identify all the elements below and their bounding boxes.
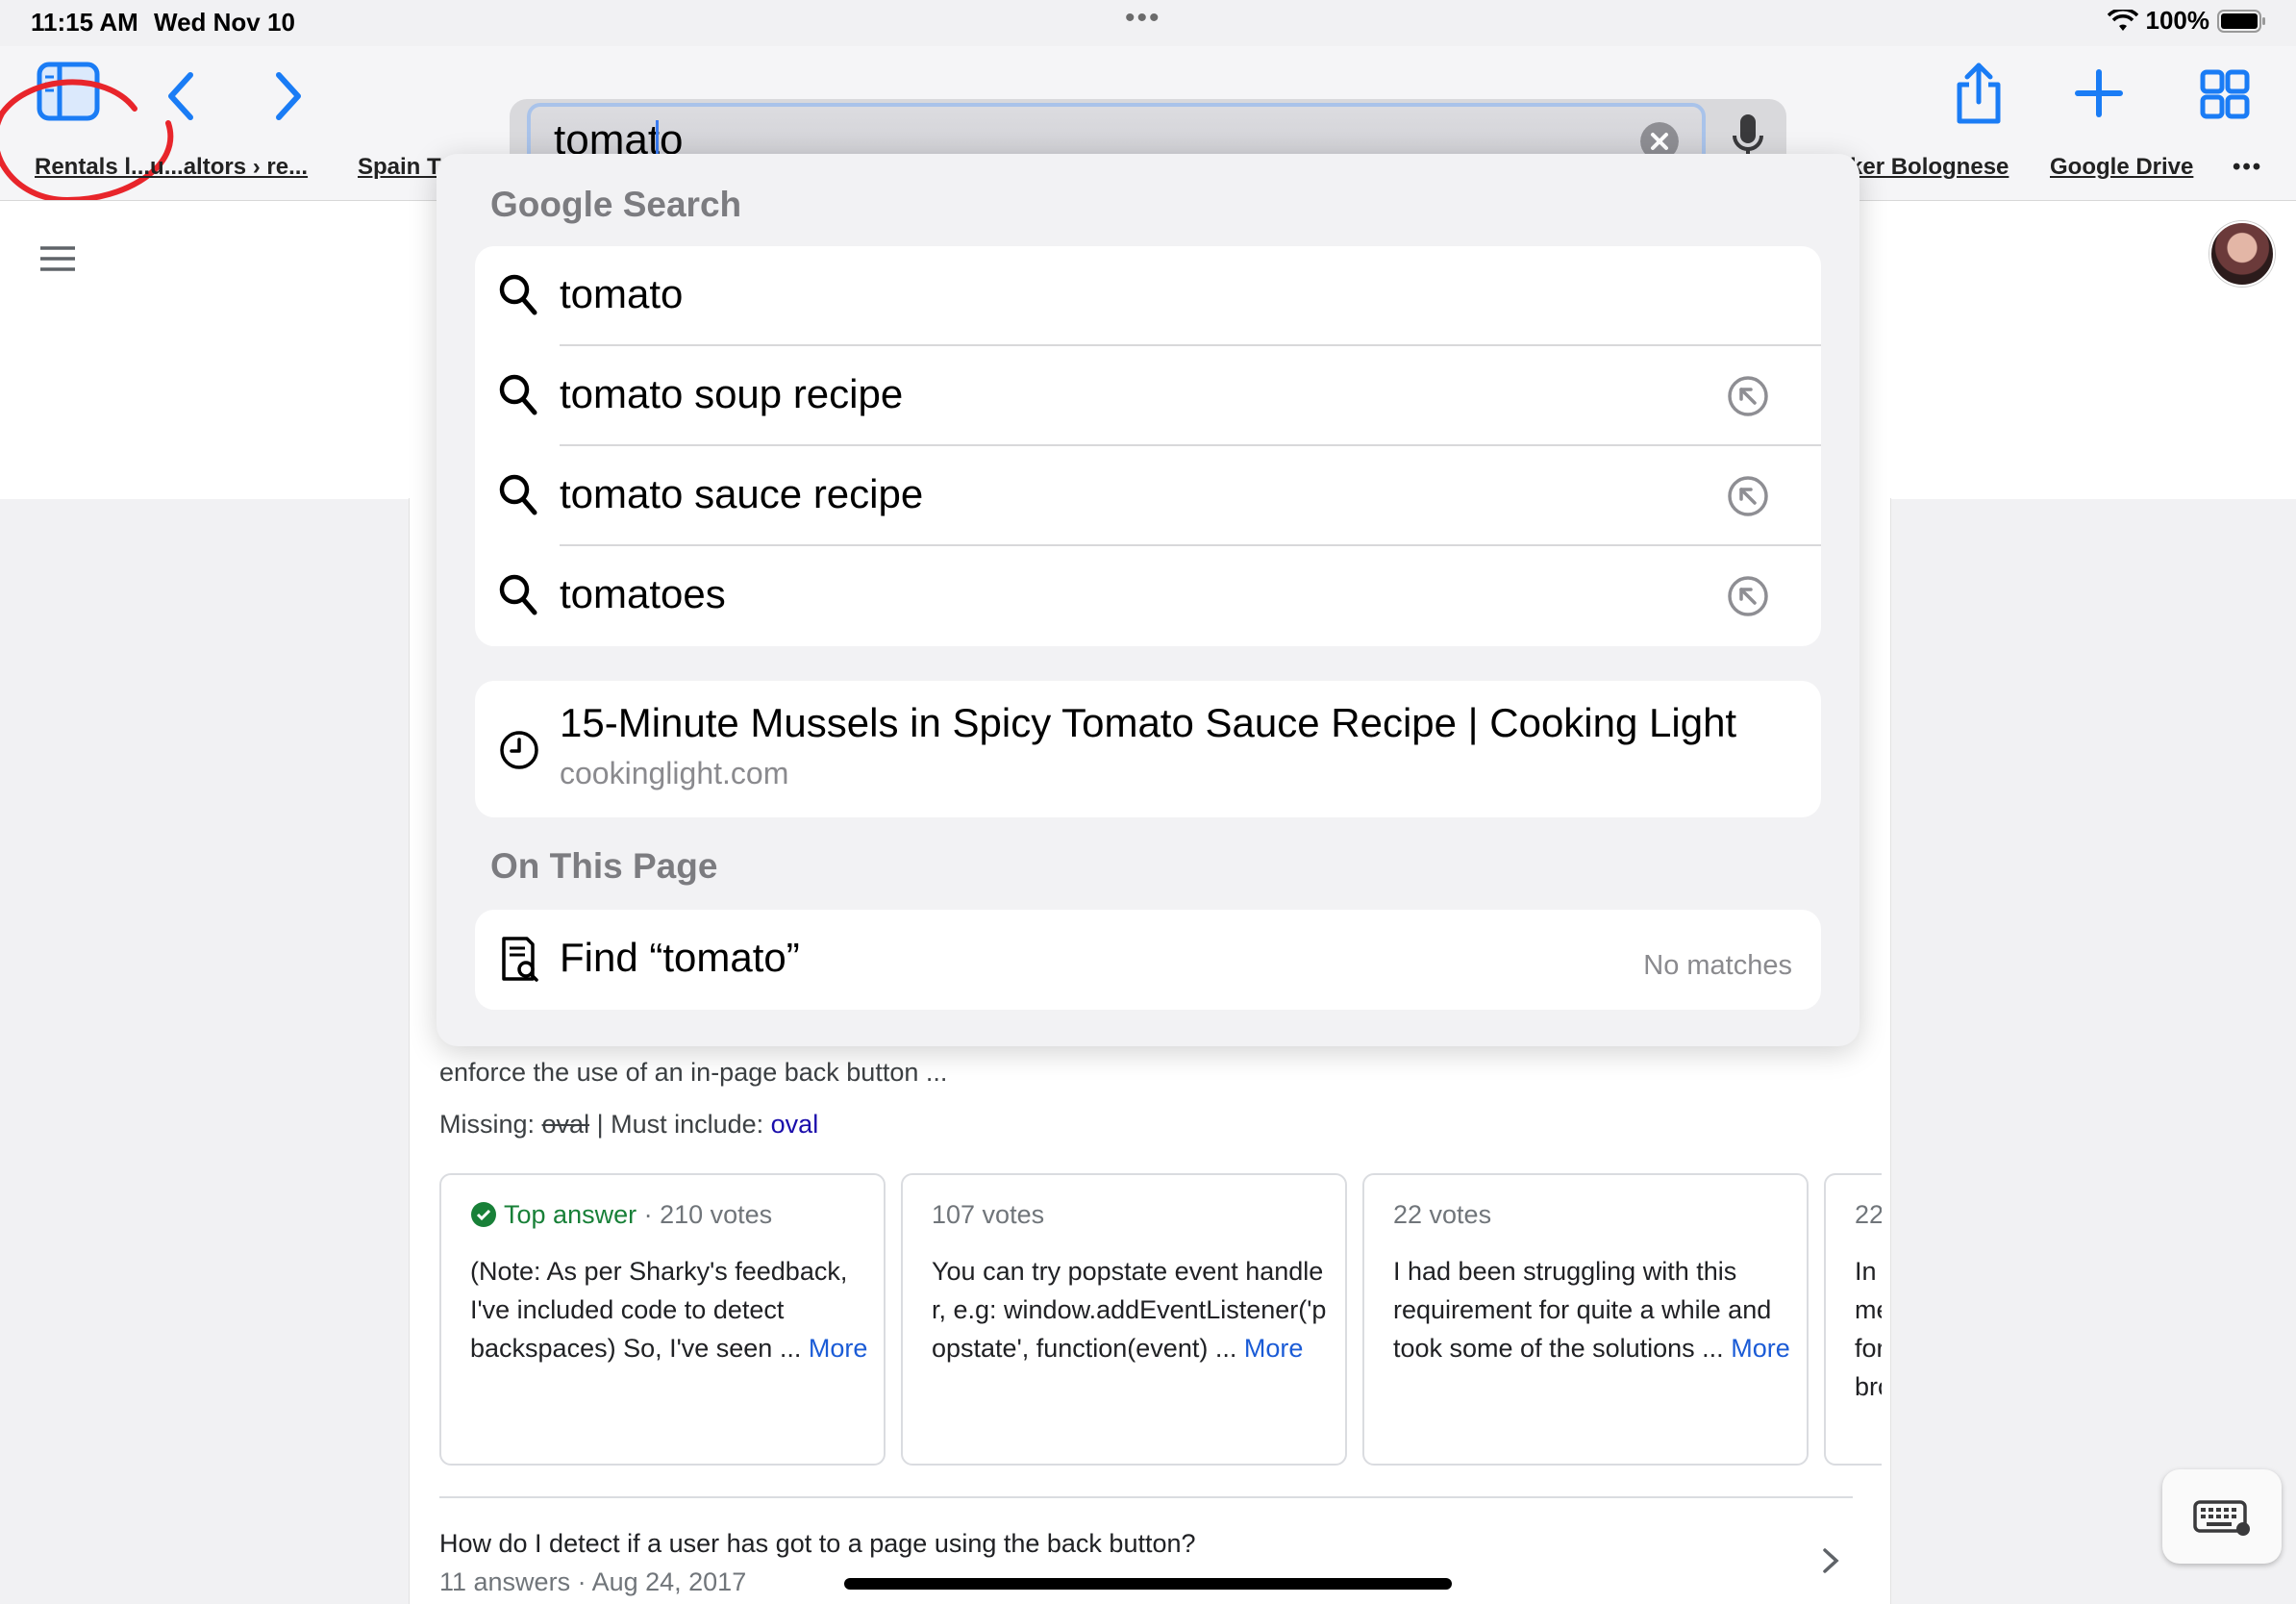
- answer-body: In me for bro: [1855, 1252, 1882, 1406]
- top-answer-badge: Top answer: [504, 1200, 637, 1229]
- missing-prefix: Missing:: [439, 1110, 542, 1139]
- must-include-prefix: | Must include:: [589, 1110, 771, 1139]
- on-this-page-header: On This Page: [490, 846, 718, 886]
- search-icon: [499, 474, 537, 515]
- multitasking-dots-icon[interactable]: •••: [1125, 2, 1161, 35]
- fill-suggestion-arrow-icon[interactable]: [1727, 375, 1769, 417]
- battery-icon: [2217, 9, 2265, 33]
- answer-votes: · 210 votes: [643, 1200, 773, 1229]
- status-bar: 11:15 AM Wed Nov 10 ••• 100%: [0, 0, 2296, 46]
- status-right: 100%: [2107, 6, 2268, 36]
- missing-terms: Missing: oval | Must include: oval: [439, 1110, 818, 1140]
- result-snippet: enforce the use of an in-page back butto…: [439, 1058, 948, 1087]
- avatar[interactable]: [2209, 221, 2275, 287]
- favorite-item[interactable]: ker Bolognese: [1850, 154, 2009, 181]
- answer-card[interactable]: 22 In me for bro: [1824, 1173, 1882, 1466]
- chevron-right-icon[interactable]: [1821, 1546, 1840, 1575]
- suggestion-item[interactable]: tomato soup recipe: [475, 346, 1821, 446]
- clock-icon: [500, 731, 538, 769]
- divider: [439, 1496, 1853, 1498]
- answer-votes: 22 votes: [1393, 1200, 1492, 1229]
- google-search-header: Google Search: [490, 185, 742, 224]
- answer-header: Top answer · 210 votes: [470, 1200, 772, 1230]
- suggestion-item[interactable]: tomato sauce recipe: [475, 446, 1821, 546]
- suggestion-item[interactable]: tomatoes: [475, 546, 1821, 646]
- answer-card[interactable]: 107 votes You can try popstate event han…: [901, 1173, 1347, 1466]
- related-question[interactable]: How do I detect if a user has got to a p…: [439, 1529, 1196, 1559]
- search-icon: [499, 274, 537, 315]
- share-icon[interactable]: [1952, 62, 2006, 125]
- answer-text: In me for bro: [1855, 1257, 1882, 1401]
- answer-header: 22 votes: [1393, 1200, 1491, 1230]
- status-date: Wed Nov 10: [154, 8, 295, 37]
- answer-body: I had been struggling with this requirem…: [1393, 1252, 1797, 1367]
- more-link[interactable]: More: [1244, 1334, 1304, 1363]
- answer-header: 22: [1855, 1200, 1882, 1230]
- keyboard-button[interactable]: [2162, 1469, 2282, 1564]
- history-title: 15-Minute Mussels in Spicy Tomato Sauce …: [560, 700, 1737, 745]
- related-question-meta: 11 answers · Aug 24, 2017: [439, 1567, 747, 1596]
- battery-percent: 100%: [2145, 6, 2210, 35]
- keyboard-icon: [2193, 1500, 2250, 1536]
- wifi-icon: [2107, 9, 2138, 31]
- forward-icon[interactable]: [269, 69, 308, 123]
- favorite-item[interactable]: Spain T: [358, 154, 441, 181]
- answer-body: You can try popstate event handler, e.g:…: [932, 1252, 1335, 1367]
- answer-text: I had been struggling with this requirem…: [1393, 1257, 1772, 1363]
- search-icon: [499, 574, 537, 615]
- more-link[interactable]: More: [809, 1334, 868, 1363]
- find-status: No matches: [1643, 950, 1792, 981]
- tabs-overview-icon[interactable]: [2200, 69, 2250, 119]
- favorites-overflow-icon[interactable]: •••: [2233, 154, 2262, 181]
- must-include-link[interactable]: oval: [771, 1110, 819, 1139]
- menu-icon[interactable]: [38, 245, 77, 272]
- find-in-page-icon: [502, 937, 538, 982]
- fill-suggestion-arrow-icon[interactable]: [1727, 475, 1769, 517]
- suggestion-label: tomato sauce recipe: [560, 471, 924, 516]
- status-time: 11:15 AM: [31, 8, 138, 37]
- check-circle-icon: [471, 1202, 496, 1227]
- search-suggestions-dropdown: Google Search tomato tomato soup recipe: [437, 154, 1859, 1046]
- answer-card[interactable]: Top answer · 210 votes (Note: As per Sha…: [439, 1173, 886, 1466]
- search-icon: [499, 374, 537, 415]
- suggestion-item[interactable]: tomato: [475, 246, 1821, 346]
- favorite-item[interactable]: Rentals l...u...altors › re...: [35, 154, 308, 181]
- missing-word: oval: [541, 1110, 590, 1139]
- new-tab-icon[interactable]: [2075, 69, 2123, 117]
- answer-body: (Note: As per Sharky's feedback, I've in…: [470, 1252, 874, 1367]
- home-indicator[interactable]: [844, 1578, 1452, 1590]
- suggestion-label: tomato soup recipe: [560, 371, 904, 416]
- more-link[interactable]: More: [1731, 1334, 1790, 1363]
- back-icon[interactable]: [162, 69, 200, 123]
- suggestion-list: tomato tomato soup recipe tomato sauce r…: [475, 246, 1821, 646]
- answer-votes: 22: [1855, 1200, 1882, 1229]
- find-on-page-item[interactable]: Find “tomato” No matches: [475, 910, 1821, 1010]
- answer-text: (Note: As per Sharky's feedback, I've in…: [470, 1257, 848, 1363]
- find-label: Find “tomato”: [560, 935, 800, 980]
- answer-card[interactable]: 22 votes I had been struggling with this…: [1362, 1173, 1809, 1466]
- history-item[interactable]: 15-Minute Mussels in Spicy Tomato Sauce …: [475, 681, 1821, 817]
- fill-suggestion-arrow-icon[interactable]: [1727, 575, 1769, 617]
- answer-votes: 107 votes: [932, 1200, 1045, 1229]
- history-url: cookinglight.com: [560, 756, 789, 790]
- suggestion-label: tomato: [560, 271, 684, 316]
- favorite-item[interactable]: Google Drive: [2050, 154, 2193, 181]
- answer-header: 107 votes: [932, 1200, 1044, 1230]
- suggestion-label: tomatoes: [560, 571, 726, 616]
